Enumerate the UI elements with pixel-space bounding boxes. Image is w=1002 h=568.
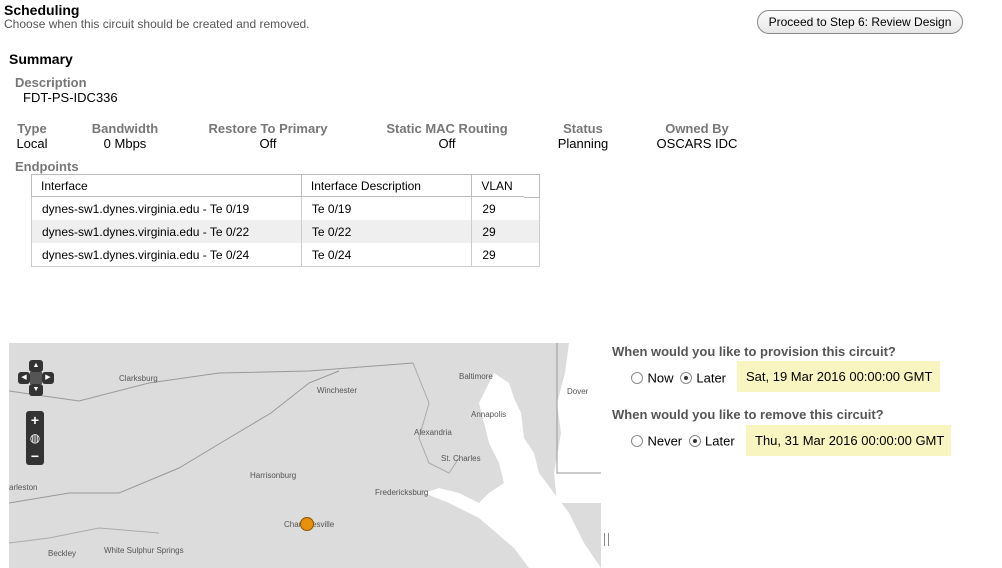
map-view[interactable]: Clarksburg Winchester Baltimore Annapoli… bbox=[9, 343, 601, 568]
map-label: Baltimore bbox=[459, 372, 493, 381]
cell-vlan: 29 bbox=[471, 196, 540, 220]
provision-later-label[interactable]: Later bbox=[696, 370, 726, 385]
zoom-in-button[interactable]: + bbox=[26, 411, 44, 429]
map-label: Annapolis bbox=[471, 410, 507, 419]
remove-options: Never Later bbox=[631, 432, 735, 450]
remove-later-radio[interactable] bbox=[688, 434, 701, 447]
pan-down-button[interactable]: ▼ bbox=[29, 384, 43, 396]
endpoint-marker[interactable] bbox=[300, 517, 314, 531]
endpoints-table: Interface Interface Description VLAN dyn… bbox=[31, 174, 540, 268]
cell-description: Te 0/22 bbox=[300, 220, 473, 243]
restore-label: Restore To Primary bbox=[208, 121, 328, 136]
map-canvas bbox=[9, 343, 601, 568]
proceed-review-button[interactable]: Proceed to Step 6: Review Design bbox=[757, 10, 963, 34]
map-label: White Sulphur Springs bbox=[104, 546, 184, 555]
state-border-md bbox=[9, 362, 414, 402]
cell-description: Te 0/19 bbox=[300, 196, 473, 220]
cell-interface: dynes-sw1.dynes.virginia.edu - Te 0/24 bbox=[31, 243, 302, 267]
zoom-control: + ◍ − bbox=[26, 411, 44, 465]
pan-left-button[interactable]: ◀ bbox=[18, 372, 30, 384]
pan-right-button[interactable]: ▶ bbox=[42, 372, 54, 384]
column-header-interface[interactable]: Interface bbox=[31, 174, 302, 197]
provision-question: When would you like to provision this ci… bbox=[612, 344, 896, 359]
map-label: Clarksburg bbox=[119, 374, 158, 383]
description-label: Description bbox=[15, 75, 87, 90]
description-value: FDT-PS-IDC336 bbox=[23, 90, 118, 105]
pan-up-button[interactable]: ▲ bbox=[29, 360, 43, 372]
page-subtitle: Choose when this circuit should be creat… bbox=[4, 17, 310, 31]
map-label: Dover bbox=[567, 387, 589, 396]
table-header-filler bbox=[524, 174, 540, 198]
map-label: Beckley bbox=[48, 549, 77, 558]
owner-value: OSCARS IDC bbox=[656, 136, 738, 151]
provision-datetime-field[interactable]: Sat, 19 Mar 2016 00:00:00 GMT bbox=[737, 361, 940, 392]
cell-vlan: 29 bbox=[471, 220, 540, 243]
bandwidth-value: 0 Mbps bbox=[103, 136, 147, 151]
map-label: Alexandria bbox=[414, 428, 452, 437]
remove-datetime-field[interactable]: Thu, 31 Mar 2016 00:00:00 GMT bbox=[746, 425, 951, 456]
table-row[interactable]: dynes-sw1.dynes.virginia.edu - Te 0/24 T… bbox=[31, 243, 540, 267]
map-label: Fredericksburg bbox=[375, 488, 429, 497]
cell-interface: dynes-sw1.dynes.virginia.edu - Te 0/22 bbox=[31, 220, 302, 243]
provision-now-label[interactable]: Now bbox=[647, 370, 673, 385]
owner-label: Owned By bbox=[665, 121, 729, 136]
map-label: St. Charles bbox=[441, 454, 481, 463]
status-label: Status bbox=[563, 121, 603, 136]
restore-value: Off bbox=[259, 136, 277, 151]
table-header-row: Interface Interface Description VLAN bbox=[31, 174, 540, 197]
map-label: arleston bbox=[9, 483, 38, 492]
cell-description: Te 0/24 bbox=[300, 243, 473, 267]
table-row[interactable]: dynes-sw1.dynes.virginia.edu - Te 0/22 T… bbox=[31, 220, 540, 243]
remove-later-label[interactable]: Later bbox=[705, 433, 735, 448]
provision-options: Now Later bbox=[631, 369, 726, 387]
summary-heading: Summary bbox=[9, 51, 73, 67]
ocean-shape bbox=[554, 343, 601, 503]
county-border bbox=[9, 527, 160, 544]
column-header-description[interactable]: Interface Description bbox=[300, 174, 473, 197]
pan-center bbox=[30, 372, 42, 384]
map-label: Winchester bbox=[317, 386, 358, 395]
status-value: Planning bbox=[557, 136, 609, 151]
map-label: Harrisonburg bbox=[250, 471, 297, 480]
type-label: Type bbox=[17, 121, 47, 136]
table-row[interactable]: dynes-sw1.dynes.virginia.edu - Te 0/19 T… bbox=[31, 196, 540, 220]
cell-vlan: 29 bbox=[471, 243, 540, 267]
page-title: Scheduling bbox=[4, 2, 80, 18]
pan-control: ▲ ◀ ▶ ▼ bbox=[18, 360, 54, 396]
provision-now-radio[interactable] bbox=[631, 371, 643, 384]
provision-later-radio[interactable] bbox=[679, 371, 692, 384]
mac-routing-value: Off bbox=[438, 136, 456, 151]
zoom-out-button[interactable]: − bbox=[26, 447, 44, 465]
type-value: Local bbox=[16, 136, 48, 151]
globe-icon[interactable]: ◍ bbox=[26, 429, 44, 447]
remove-question: When would you like to remove this circu… bbox=[612, 407, 884, 422]
map-resize-handle[interactable] bbox=[604, 533, 609, 546]
endpoints-label: Endpoints bbox=[15, 159, 79, 174]
cell-interface: dynes-sw1.dynes.virginia.edu - Te 0/19 bbox=[31, 196, 302, 220]
mac-routing-label: Static MAC Routing bbox=[386, 121, 508, 136]
remove-never-radio[interactable] bbox=[631, 434, 643, 447]
remove-never-label[interactable]: Never bbox=[647, 433, 682, 448]
state-border-wv bbox=[9, 370, 340, 504]
bandwidth-label: Bandwidth bbox=[91, 121, 159, 136]
